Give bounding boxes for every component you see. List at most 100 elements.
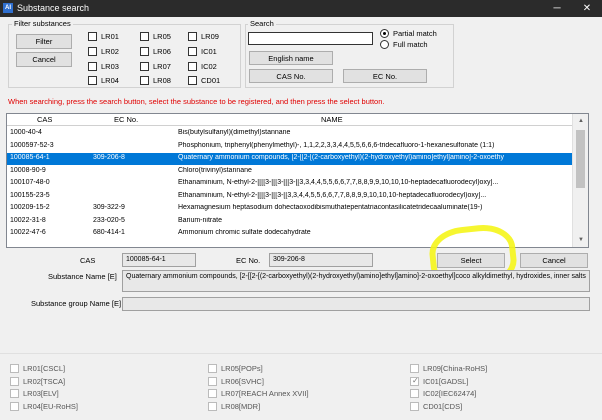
checkbox-box[interactable] [208, 401, 217, 411]
legislation-checkbox[interactable]: LR05[POPs] [208, 364, 263, 373]
legislation-checkbox[interactable]: LR06[SVHC] [208, 376, 264, 386]
legislation-checkbox[interactable]: LR08[MDR] [208, 401, 261, 411]
table-row[interactable]: 100085-64-1 309-206-8 Quaternary ammonium … [7, 153, 573, 165]
full-match-radio[interactable]: Full match [380, 40, 428, 49]
partial-match-radio[interactable]: Partial match [380, 29, 437, 38]
table-row[interactable]: 100155-23-5 Ethanaminium, N-ethyl-2-[[[[3… [7, 191, 573, 203]
checkbox-label: LR03 [101, 62, 119, 71]
checkbox-box[interactable] [410, 389, 419, 398]
details-cancel-button[interactable]: Cancel [520, 253, 588, 268]
scroll-up-icon[interactable]: ▲ [573, 114, 588, 128]
ec-no-button[interactable]: EC No. [343, 69, 427, 83]
cas-no-button[interactable]: CAS No. [249, 69, 333, 83]
scroll-thumb[interactable] [576, 130, 585, 188]
checkbox-box[interactable] [10, 376, 19, 386]
checkbox-box[interactable] [188, 62, 197, 71]
table-row[interactable]: 1000597-52-3 Phosphonium, triphenyl(pheny… [7, 141, 573, 153]
search-input[interactable] [248, 32, 373, 45]
legislation-checkbox[interactable]: LR01[CSCL] [10, 364, 65, 373]
checkbox-box[interactable] [10, 364, 19, 373]
filter-button[interactable]: Filter [16, 34, 72, 49]
legislation-checkbox[interactable]: IC02[IEC62474] [410, 389, 476, 398]
filter-checkbox-ic02[interactable]: IC02 [188, 62, 217, 71]
filter-checkbox-lr07[interactable]: LR07 [140, 62, 171, 71]
minimize-button[interactable]: ─ [543, 0, 571, 17]
checkbox-label: LR02 [101, 47, 119, 56]
checkbox-box[interactable] [88, 47, 97, 56]
legislation-checkbox[interactable]: CD01[CDS] [410, 401, 462, 411]
checkbox-box[interactable] [10, 401, 19, 411]
checkbox-label: LR09 [201, 32, 219, 41]
filter-cancel-button[interactable]: Cancel [16, 52, 72, 67]
checkbox-box[interactable] [140, 47, 149, 56]
checkbox-box[interactable] [140, 76, 149, 85]
checkbox-box[interactable] [140, 62, 149, 71]
column-header-ec[interactable]: EC No. [114, 115, 138, 124]
table-row[interactable]: 100107-48-0 Ethanaminium, N-ethyl-2-[[[[3… [7, 178, 573, 190]
checkbox-box[interactable] [208, 364, 217, 373]
table-row[interactable]: 1000-40-4 Bis(butylsulfanyl)(dimethyl)sta… [7, 128, 573, 140]
legislation-checkbox[interactable]: LR09[China-RoHS] [410, 364, 487, 373]
checkbox-label: LR05[POPs] [221, 364, 263, 373]
cell-cas: 1000-40-4 [10, 129, 42, 136]
legislation-checkbox[interactable]: LR04[EU-RoHS] [10, 401, 79, 411]
radio-label: Partial match [393, 29, 437, 38]
column-header-cas[interactable]: CAS [37, 115, 52, 124]
filter-checkbox-lr08[interactable]: LR08 [140, 76, 171, 85]
checkbox-box[interactable] [88, 32, 97, 41]
filter-checkbox-lr09[interactable]: LR09 [188, 32, 219, 41]
vertical-scrollbar[interactable]: ▲ ▼ [572, 114, 588, 247]
cell-cas: 1000597-52-3 [10, 141, 54, 149]
radio-dot[interactable] [380, 40, 389, 49]
table-row[interactable]: 100209-15-2 309-322-9 Hexamagnesium heptas… [7, 203, 573, 215]
checkbox-box[interactable] [208, 389, 217, 398]
filter-checkbox-lr03[interactable]: LR03 [88, 62, 119, 71]
legislation-checkbox[interactable]: LR03[ELV] [10, 389, 59, 398]
checkbox-label: LR08 [153, 76, 171, 85]
filter-checkbox-lr02[interactable]: LR02 [88, 47, 119, 56]
legislation-checkbox[interactable]: LR02[TSCA] [10, 376, 65, 386]
checkbox-box[interactable] [410, 376, 419, 386]
checkbox-label: LR08[MDR] [221, 401, 261, 411]
checkbox-box[interactable] [410, 364, 419, 373]
checkbox-box[interactable] [10, 389, 19, 398]
checkbox-box[interactable] [188, 47, 197, 56]
filter-checkbox-lr04[interactable]: LR04 [88, 76, 119, 85]
legislation-checkbox[interactable]: IC01[GADSL] [410, 376, 468, 386]
results-table[interactable]: CAS EC No. NAME 1000-40-4 Bis(butylsulfan… [6, 113, 589, 248]
cell-ec: 309-322-9 [93, 204, 125, 211]
checkbox-box[interactable] [88, 62, 97, 71]
checkbox-box[interactable] [208, 376, 217, 386]
filter-checkbox-lr06[interactable]: LR06 [140, 47, 171, 56]
english-name-button[interactable]: English name [249, 51, 333, 65]
cell-cas: 100107-48-0 [10, 179, 50, 186]
cell-ec: 680-414-1 [93, 229, 125, 236]
filter-checkbox-lr01[interactable]: LR01 [88, 32, 119, 41]
checkbox-box[interactable] [188, 32, 197, 41]
checkbox-label: LR04[EU-RoHS] [23, 401, 79, 411]
radio-dot[interactable] [380, 29, 389, 38]
radio-label: Full match [393, 40, 428, 49]
cell-cas: 10022-47-6 [10, 229, 46, 236]
checkbox-box[interactable] [410, 401, 419, 411]
checkbox-label: IC01 [201, 47, 217, 56]
table-row[interactable]: 10008-90-9 Chloro(trivinyl)stannane [7, 166, 573, 178]
checkbox-box[interactable] [88, 76, 97, 85]
close-button[interactable]: ✕ [573, 0, 601, 17]
filter-checkbox-cd01[interactable]: CD01 [188, 76, 220, 85]
filter-checkbox-lr05[interactable]: LR05 [140, 32, 171, 41]
column-header-name[interactable]: NAME [321, 115, 343, 124]
substance-name-field: Quaternary ammonium compounds, [2-[[2-[(… [122, 270, 590, 292]
search-group-label: Search [248, 19, 276, 28]
cell-cas: 100155-23-5 [10, 191, 50, 199]
filter-checkbox-ic01[interactable]: IC01 [188, 47, 217, 56]
substance-name-label: Substance Name [E] [48, 272, 117, 281]
scroll-down-icon[interactable]: ▼ [573, 233, 588, 247]
checkbox-box[interactable] [140, 32, 149, 41]
checkbox-box[interactable] [188, 76, 197, 85]
legislation-checkbox[interactable]: LR07[REACH Annex XVII] [208, 389, 309, 398]
checkbox-label: LR06[SVHC] [221, 376, 264, 386]
cas-value-field: 100085-64-1 [122, 253, 196, 267]
checkbox-label: LR01 [101, 32, 119, 41]
app-icon: AI [3, 3, 13, 13]
